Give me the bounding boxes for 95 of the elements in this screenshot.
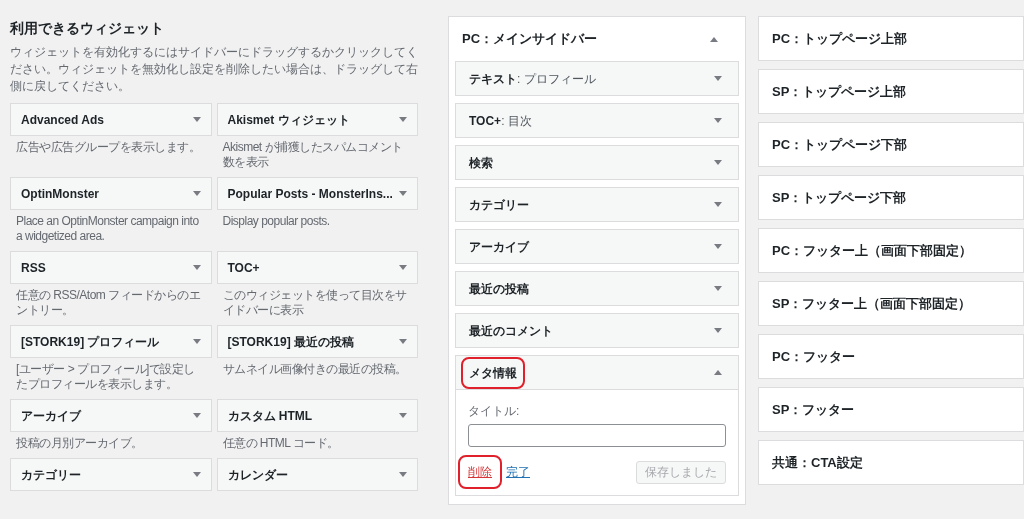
widget-description: 広告や広告グループを表示します。 — [15, 139, 201, 155]
expand-arrow-icon[interactable] — [399, 117, 407, 122]
widget-description: 投稿の月別アーカイブ。 — [15, 435, 144, 451]
panel-title: SP：フッター — [772, 400, 855, 419]
widget-card[interactable]: Akismet ウィジェット — [216, 103, 418, 136]
sidebar-panel[interactable]: PC：フッター上（画面下部固定） — [758, 228, 1024, 273]
widget-description: Display popular posts. — [221, 213, 331, 229]
sidebar-widget[interactable]: TOC+: 目次 — [455, 103, 739, 138]
widget-card[interactable]: [STORK19] 最近の投稿 — [216, 325, 418, 358]
sidebar-panel[interactable]: SP：トップページ上部 — [758, 69, 1024, 114]
widget-card[interactable]: Popular Posts - MonsterIns... — [216, 177, 418, 210]
field-label: タイトル: — [468, 404, 520, 418]
sidebar-panel[interactable]: PC：トップページ下部 — [758, 122, 1024, 167]
expand-arrow-icon[interactable] — [714, 160, 722, 165]
widget-card[interactable]: アーカイブ — [10, 399, 212, 432]
widget-name: OptinMonster — [21, 185, 99, 203]
expand-arrow-icon[interactable] — [192, 413, 201, 418]
widget-name: [STORK19] プロフィール — [21, 333, 160, 351]
widget-title: テキスト: プロフィール — [468, 70, 597, 88]
panel-title: PC：フッター上（画面下部固定） — [772, 241, 973, 260]
expand-arrow-icon[interactable] — [399, 191, 407, 196]
expand-arrow-icon[interactable] — [192, 191, 201, 196]
widget-name: Popular Posts - MonsterIns... — [227, 185, 393, 203]
widget-name: アーカイブ — [21, 407, 81, 425]
widget-title: アーカイブ — [468, 238, 531, 256]
sidebar-widget[interactable]: アーカイブ — [455, 229, 739, 264]
widget-description: Place an OptinMonster campaign into a widgetized area. — [15, 213, 200, 244]
widget-card[interactable]: [STORK19] プロフィール — [10, 325, 212, 358]
widget-card[interactable]: カテゴリー — [10, 458, 212, 491]
delete-link[interactable]: 削除 — [458, 455, 502, 489]
widget-name: カスタム HTML — [227, 407, 313, 425]
widget-card[interactable]: OptinMonster — [10, 177, 212, 210]
sidebar-widget[interactable]: 検索 — [455, 145, 739, 180]
widget-title: 最近のコメント — [468, 322, 554, 340]
panel-title: PC：メインサイドバー — [462, 30, 598, 49]
instructions-text: ウィジェットを有効化するにはサイドバーにドラッグするかクリックしてください。ウィジェットを無効化し設定を削除したい場合は、ドラッグして右側に戻してください。 — [10, 44, 418, 95]
collapse-arrow-icon[interactable] — [714, 370, 722, 375]
sidebar-widget[interactable]: 最近のコメント — [455, 313, 739, 348]
expand-arrow-icon[interactable] — [714, 244, 722, 249]
sidebar-widget[interactable]: 最近の投稿 — [455, 271, 739, 306]
sidebar-widget[interactable]: メタ情報 タイトル: 削除 完了 保存しました — [455, 355, 739, 496]
panel-title: PC：トップページ上部 — [772, 29, 908, 48]
expand-arrow-icon[interactable] — [192, 472, 201, 477]
sidebar-panel[interactable]: SP：フッター上（画面下部固定） — [758, 281, 1024, 326]
widget-description: Akismet が捕獲したスパムコメント数を表示 — [221, 139, 404, 170]
sidebar-panel[interactable]: PC：フッター — [758, 334, 1024, 379]
widget-name: カテゴリー — [21, 466, 81, 484]
widget-card[interactable]: RSS — [10, 251, 212, 284]
widget-name: RSS — [21, 259, 46, 277]
expand-arrow-icon[interactable] — [399, 472, 407, 477]
expand-arrow-icon[interactable] — [192, 265, 201, 270]
widget-name: Advanced Ads — [21, 111, 104, 129]
expand-arrow-icon[interactable] — [714, 328, 722, 333]
widget-card[interactable]: Advanced Ads — [10, 103, 212, 136]
sidebar-panel[interactable]: SP：フッター — [758, 387, 1024, 432]
widget-name: カレンダー — [227, 466, 288, 484]
widget-description: [ユーザー > プロフィール]で設定したプロフィールを表示します。 — [15, 361, 196, 392]
panel-title: SP：トップページ上部 — [772, 82, 907, 101]
sidebar-widget[interactable]: カテゴリー — [455, 187, 739, 222]
expand-arrow-icon[interactable] — [399, 413, 407, 418]
widget-name: Akismet ウィジェット — [227, 111, 350, 129]
expand-arrow-icon[interactable] — [714, 202, 722, 207]
sidebar-panel[interactable]: SP：トップページ下部 — [758, 175, 1024, 220]
done-link[interactable]: 完了 — [506, 463, 530, 481]
widget-title: 検索 — [468, 154, 494, 172]
panel-title: PC：フッター — [772, 347, 856, 366]
widget-title: TOC+: 目次 — [468, 112, 533, 130]
widget-name: TOC+ — [227, 259, 260, 277]
widget-description: このウィジェットを使って目次をサイドバーに表示 — [221, 287, 408, 318]
expand-arrow-icon[interactable] — [399, 265, 407, 270]
panel-title: PC：トップページ下部 — [772, 135, 908, 154]
widget-title: 最近の投稿 — [468, 280, 530, 298]
title-input[interactable] — [468, 424, 726, 447]
expand-arrow-icon[interactable] — [399, 339, 407, 344]
expand-arrow-icon[interactable] — [714, 76, 722, 81]
sidebar-widget[interactable]: テキスト: プロフィール — [455, 61, 739, 96]
panel-title: 共通：CTA設定 — [772, 453, 863, 472]
widget-name: [STORK19] 最近の投稿 — [227, 333, 354, 351]
widget-card[interactable]: TOC+ — [216, 251, 418, 284]
expand-arrow-icon[interactable] — [192, 339, 201, 344]
widget-title: カテゴリー — [468, 196, 530, 214]
expand-arrow-icon[interactable] — [714, 286, 722, 291]
widget-description: 任意の RSS/Atom フィードからのエントリー。 — [15, 287, 202, 318]
sidebar-panel[interactable]: PC：トップページ上部 — [758, 16, 1024, 61]
widget-card[interactable]: カレンダー — [216, 458, 418, 491]
expand-arrow-icon[interactable] — [714, 118, 722, 123]
expand-arrow-icon[interactable] — [192, 117, 201, 122]
widget-card[interactable]: カスタム HTML — [216, 399, 418, 432]
panel-title: SP：フッター上（画面下部固定） — [772, 294, 972, 313]
sidebar-panel[interactable]: 共通：CTA設定 — [758, 440, 1024, 485]
section-title: 利用できるウィジェット — [10, 19, 165, 38]
collapse-arrow-icon[interactable] — [710, 36, 718, 42]
widget-description: サムネイル画像付きの最近の投稿。 — [221, 361, 408, 377]
widget-description: 任意の HTML コード。 — [221, 435, 340, 451]
panel-title: SP：トップページ下部 — [772, 188, 907, 207]
